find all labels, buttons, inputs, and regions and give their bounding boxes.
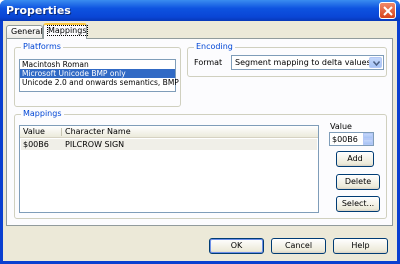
ok-button-label: OK bbox=[230, 241, 243, 250]
ok-button[interactable]: OK bbox=[209, 238, 264, 254]
tab-mappings-label: Mappings bbox=[47, 25, 88, 36]
cancel-button[interactable]: Cancel bbox=[271, 238, 326, 254]
window-title: Properties bbox=[6, 4, 71, 17]
encoding-group: Encoding Format Segment mapping to delta… bbox=[187, 42, 387, 77]
platforms-listbox[interactable]: Macintosh Roman Microsoft Unicode BMP on… bbox=[19, 59, 179, 92]
platform-item-macintosh-roman[interactable]: Macintosh Roman bbox=[20, 60, 175, 69]
close-icon bbox=[383, 6, 393, 16]
column-header-value[interactable]: Value bbox=[23, 127, 45, 136]
value-input-text: $00B6 bbox=[332, 135, 358, 144]
table-row[interactable]: $00B6 PILCROW SIGN bbox=[21, 139, 317, 150]
format-select[interactable]: Segment mapping to delta values bbox=[231, 55, 384, 70]
mappings-grid-header: Value Character Name bbox=[20, 126, 318, 138]
format-label: Format bbox=[194, 58, 223, 67]
properties-window: Properties General Mappings Platforms Ma… bbox=[0, 0, 400, 264]
value-spin-buttons bbox=[363, 133, 373, 145]
value-label: Value bbox=[330, 122, 352, 131]
delete-button-label: Delete bbox=[344, 177, 372, 186]
cancel-button-label: Cancel bbox=[284, 241, 313, 250]
encoding-group-label: Encoding bbox=[194, 42, 235, 51]
mappings-group: Mappings Value Character Name $00B6 PILC… bbox=[14, 109, 387, 219]
add-button[interactable]: Add bbox=[336, 151, 374, 167]
help-button-label: Help bbox=[351, 241, 370, 250]
add-button-label: Add bbox=[347, 154, 363, 163]
column-divider[interactable] bbox=[61, 128, 62, 136]
mappings-grid[interactable]: Value Character Name $00B6 PILCROW SIGN bbox=[19, 125, 319, 213]
platform-item-unicode-2-bmp[interactable]: Unicode 2.0 and onwards semantics, BMP bbox=[20, 78, 179, 87]
chevron-down-icon bbox=[373, 61, 380, 66]
mappings-page: Platforms Macintosh Roman Microsoft Unic… bbox=[6, 38, 393, 226]
select-button[interactable]: Select... bbox=[336, 196, 380, 212]
select-button-label: Select... bbox=[341, 199, 375, 208]
tab-general[interactable]: General bbox=[6, 25, 43, 38]
platforms-group: Platforms Macintosh Roman Microsoft Unic… bbox=[14, 42, 181, 107]
format-select-value: Segment mapping to delta values bbox=[235, 58, 371, 67]
column-header-character-name[interactable]: Character Name bbox=[65, 127, 131, 136]
help-button[interactable]: Help bbox=[333, 238, 388, 254]
mappings-group-label: Mappings bbox=[21, 109, 64, 118]
delete-button[interactable]: Delete bbox=[336, 174, 380, 190]
dialog-client: General Mappings Platforms Macintosh Rom… bbox=[3, 21, 397, 261]
tab-general-label: General bbox=[11, 27, 43, 36]
format-dropdown-button[interactable] bbox=[369, 57, 382, 68]
title-bar[interactable]: Properties bbox=[0, 0, 400, 21]
platform-item-microsoft-unicode-bmp[interactable]: Microsoft Unicode BMP only bbox=[20, 69, 175, 78]
close-button[interactable] bbox=[379, 2, 396, 19]
spin-down-button[interactable] bbox=[363, 139, 373, 145]
platforms-group-label: Platforms bbox=[21, 42, 63, 51]
row-value-cell: $00B6 bbox=[23, 140, 49, 149]
value-spin-input[interactable]: $00B6 bbox=[329, 132, 374, 146]
row-name-cell: PILCROW SIGN bbox=[65, 140, 125, 149]
tab-mappings[interactable]: Mappings bbox=[43, 23, 88, 39]
